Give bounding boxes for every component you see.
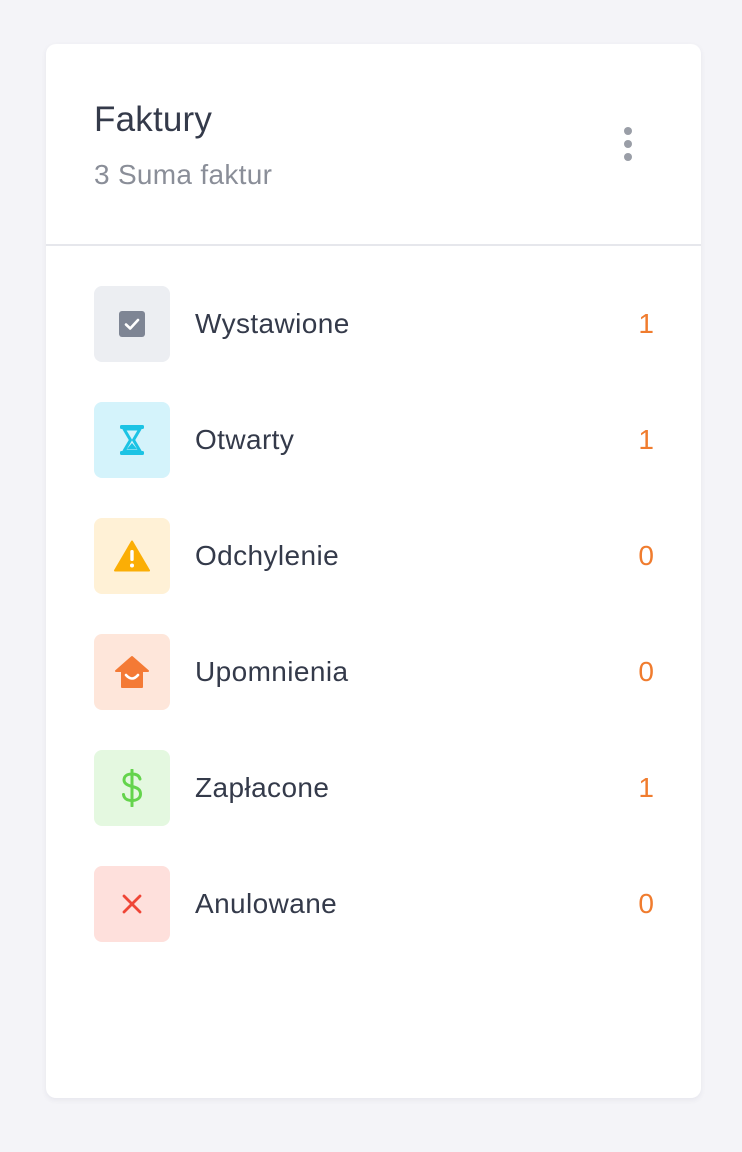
status-count: 0 xyxy=(638,540,654,571)
card-header: Faktury 3 Suma faktur xyxy=(46,44,701,246)
status-icon-box xyxy=(94,518,170,594)
close-icon xyxy=(122,894,142,914)
more-dot xyxy=(624,140,632,148)
status-row-otwarty[interactable]: Otwarty 1 xyxy=(94,402,654,478)
dollar-icon xyxy=(122,769,143,807)
status-label: Upomnienia xyxy=(195,656,349,687)
status-count: 0 xyxy=(638,656,654,687)
status-label: Otwarty xyxy=(195,424,295,455)
status-icon-box xyxy=(94,402,170,478)
status-row-zaplacone[interactable]: Zapłacone 1 xyxy=(94,750,654,826)
more-vertical-icon[interactable] xyxy=(614,124,642,164)
reminder-house-icon xyxy=(115,656,149,688)
status-label: Anulowane xyxy=(195,888,338,919)
hourglass-icon xyxy=(120,425,144,455)
status-count: 0 xyxy=(638,888,654,919)
status-label: Wystawione xyxy=(195,308,350,339)
status-label: Odchylenie xyxy=(195,540,340,571)
status-row-anulowane[interactable]: Anulowane 0 xyxy=(94,866,654,942)
more-dot xyxy=(624,127,632,135)
status-row-odchylenie[interactable]: Odchylenie 0 xyxy=(94,518,654,594)
status-count: 1 xyxy=(638,424,654,455)
status-count: 1 xyxy=(638,772,654,803)
status-list: Wystawione 1 Otwarty 1 Odchylenie 0 Upom… xyxy=(94,286,654,982)
more-dot xyxy=(624,153,632,161)
status-row-upomnienia[interactable]: Upomnienia 0 xyxy=(94,634,654,710)
check-square-icon xyxy=(119,311,145,337)
status-icon-box xyxy=(94,866,170,942)
status-row-wystawione[interactable]: Wystawione 1 xyxy=(94,286,654,362)
invoice-summary-card: Faktury 3 Suma faktur Wystawione 1 Otwar… xyxy=(46,44,701,1098)
status-icon-box xyxy=(94,634,170,710)
status-label: Zapłacone xyxy=(195,772,330,803)
warning-triangle-icon xyxy=(114,540,150,572)
card-subtitle: 3 Suma faktur xyxy=(94,159,273,190)
card-title: Faktury xyxy=(94,100,213,139)
status-count: 1 xyxy=(638,308,654,339)
status-icon-box xyxy=(94,750,170,826)
status-icon-box xyxy=(94,286,170,362)
